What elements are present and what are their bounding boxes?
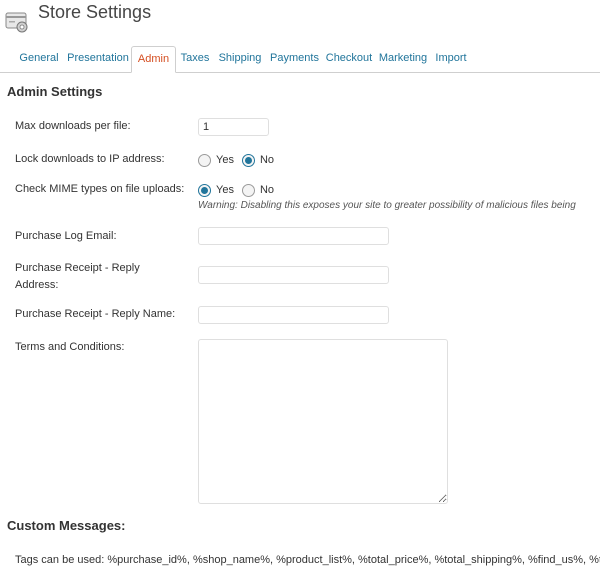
reply-address-label-line1: Purchase Receipt - Reply: [15, 262, 140, 274]
max-downloads-label: Max downloads per file:: [15, 120, 131, 132]
mime-radio-group: Yes No: [198, 182, 282, 198]
lock-ip-label: Lock downloads to IP address:: [15, 153, 165, 165]
store-settings-icon: [5, 12, 28, 33]
admin-settings-heading: Admin Settings: [7, 84, 103, 99]
lock-ip-radio-group: Yes No: [198, 152, 282, 168]
reply-address-label: Purchase Receipt - Reply Address:: [15, 261, 140, 293]
tab-import[interactable]: Import: [433, 46, 469, 71]
max-downloads-input[interactable]: [198, 118, 269, 136]
terms-label: Terms and Conditions:: [15, 341, 125, 353]
page-title: Store Settings: [38, 2, 152, 22]
settings-tabs: General Presentation Admin Taxes Shippin…: [0, 46, 600, 73]
tab-admin[interactable]: Admin: [131, 46, 176, 73]
tab-shipping[interactable]: Shipping: [215, 46, 265, 71]
tab-general[interactable]: General: [14, 46, 64, 71]
purchase-log-email-input[interactable]: [198, 227, 389, 245]
lock-ip-yes-label: Yes: [216, 154, 234, 166]
tab-presentation[interactable]: Presentation: [64, 46, 132, 71]
tags-info-text: Tags can be used: %purchase_id%, %shop_n…: [15, 554, 600, 566]
reply-address-input[interactable]: [198, 266, 389, 284]
lock-ip-no-label: No: [259, 154, 275, 166]
lock-ip-yes-radio[interactable]: [198, 153, 211, 167]
mime-yes-label: Yes: [216, 184, 234, 196]
mime-warning-text: Warning: Disabling this exposes your sit…: [198, 200, 576, 211]
tab-payments[interactable]: Payments: [267, 46, 322, 71]
lock-ip-no-radio[interactable]: [241, 153, 255, 167]
purchase-log-email-label: Purchase Log Email:: [15, 230, 117, 242]
tab-checkout[interactable]: Checkout: [324, 46, 374, 71]
mime-yes-radio[interactable]: [198, 183, 211, 197]
mime-no-label: No: [259, 184, 275, 196]
tab-taxes[interactable]: Taxes: [176, 46, 214, 71]
mime-check-label: Check MIME types on file uploads:: [15, 183, 185, 195]
custom-messages-heading: Custom Messages:: [7, 518, 126, 533]
reply-name-label: Purchase Receipt - Reply Name:: [15, 308, 176, 320]
reply-name-input[interactable]: [198, 306, 389, 324]
terms-textarea[interactable]: [198, 339, 448, 504]
reply-address-label-line2: Address:: [15, 279, 59, 291]
mime-no-radio[interactable]: [241, 183, 255, 197]
tab-marketing[interactable]: Marketing: [376, 46, 430, 71]
